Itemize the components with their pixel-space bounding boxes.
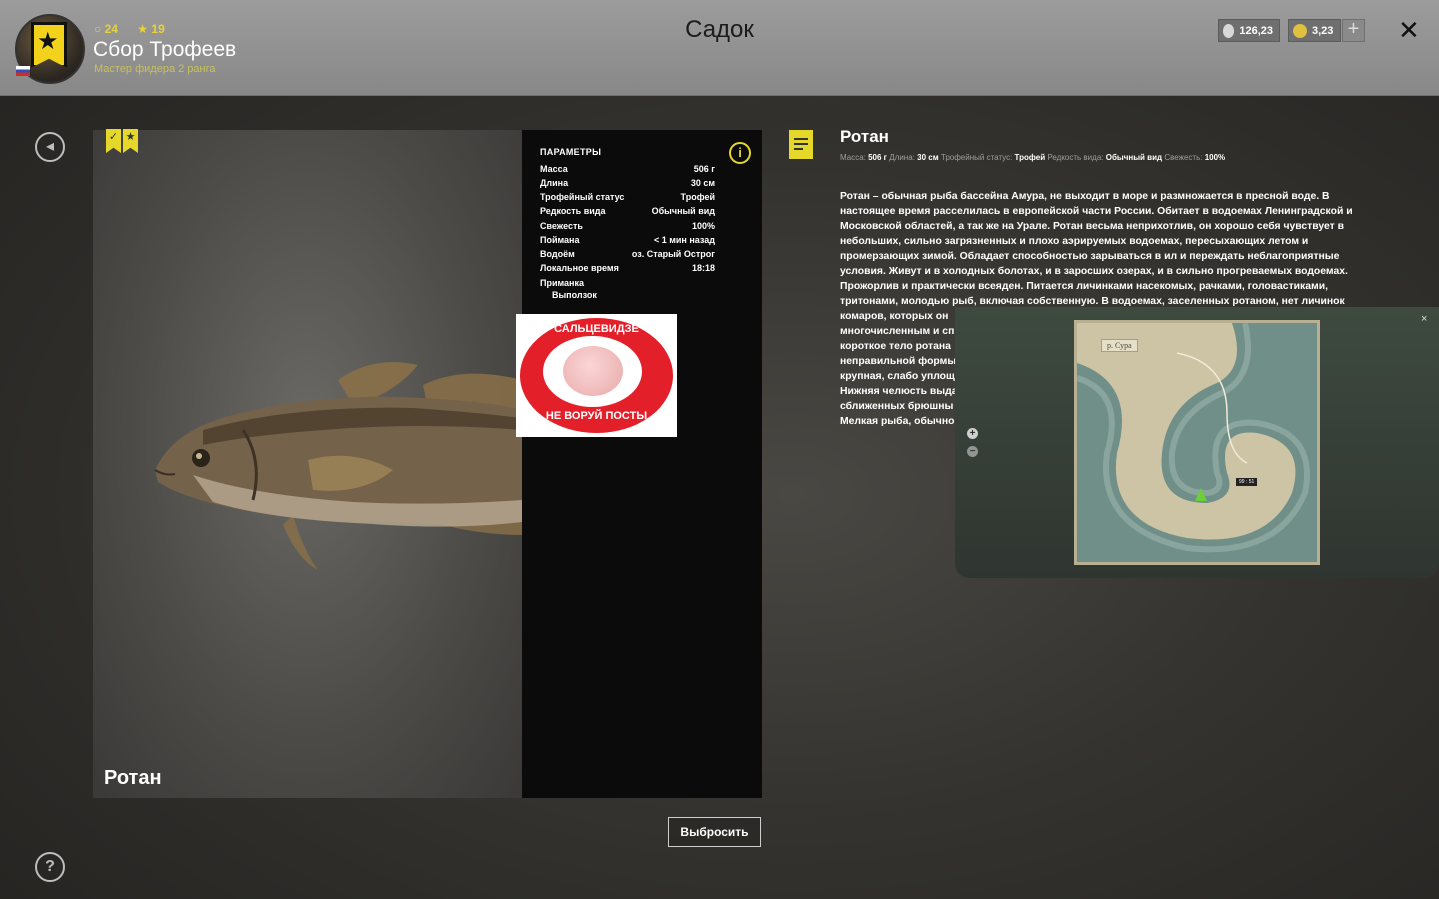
location-map[interactable]: р. Сура	[1074, 320, 1320, 565]
back-icon[interactable]: ◂	[35, 132, 65, 162]
fish-name-label: Ротан	[104, 767, 162, 789]
top-bar: ★ ○ 24 ★ 19 Сбор Трофеев Мастер фидера 2…	[0, 0, 1439, 96]
silver-amount: 126,23	[1239, 24, 1273, 37]
fish-badges: ✓ ★	[106, 127, 140, 153]
bait-value: Выползок	[552, 290, 597, 300]
param-row: Поймана < 1 мин назад	[540, 235, 715, 245]
river-map-image	[1077, 323, 1317, 562]
watermark-sticker: САЛЬЦЕВИДЗЕ НЕ ВОРУЙ ПОСТЫ	[516, 314, 677, 437]
help-icon[interactable]: ?	[35, 852, 65, 882]
param-row: Масса 506 г	[540, 164, 715, 174]
info-icon[interactable]: i	[729, 142, 751, 164]
trophy-check-icon: ✓	[106, 129, 121, 153]
document-icon	[789, 130, 813, 159]
fish-preview: Ротан	[93, 130, 522, 798]
param-row: Длина 30 см	[540, 178, 715, 188]
param-row: Водоём оз. Старый Острог	[540, 249, 715, 259]
add-currency-button[interactable]: +	[1342, 19, 1365, 42]
gold-amount: 3,23	[1312, 24, 1334, 37]
params-title: ПАРАМЕТРЫ	[540, 147, 602, 157]
gold-coins-icon	[1293, 23, 1307, 38]
sticker-top-text: САЛЬЦЕВИДЗЕ	[554, 323, 639, 335]
trophy-star-icon: ★	[123, 129, 138, 153]
bait-label: Приманка	[540, 278, 584, 288]
zoom-in-button[interactable]: +	[967, 428, 978, 439]
silver-coins-icon	[1223, 23, 1235, 38]
fish-image	[154, 362, 522, 570]
map-close-button[interactable]: ×	[1421, 313, 1427, 325]
discard-button[interactable]: Выбросить	[668, 817, 761, 847]
params-panel: ПАРАМЕТРЫ i Масса 506 г Длина 30 см Трофей…	[522, 130, 762, 798]
map-coordinate-marker: 99 : 51	[1236, 478, 1258, 486]
zoom-out-button[interactable]: −	[967, 446, 978, 457]
param-row: Редкость вида Обычный вид	[540, 206, 715, 216]
param-row: Трофейный статус Трофей	[540, 192, 715, 202]
param-row: Свежесть 100%	[540, 221, 715, 231]
silver-balance[interactable]: 126,23	[1218, 19, 1280, 42]
flag-icon	[16, 66, 30, 76]
close-button[interactable]: ✕	[1398, 16, 1420, 44]
description-meta: Масса: 506 г Длина: 30 см Трофейный стат…	[840, 153, 1226, 162]
description-title: Ротан	[840, 127, 889, 146]
gold-balance[interactable]: 3,23	[1288, 19, 1341, 42]
player-rank: Мастер фидера 2 ранга	[94, 63, 216, 75]
pig-icon	[563, 346, 623, 396]
param-row: Локальное время 18:18	[540, 263, 715, 273]
sticker-bottom-text: НЕ ВОРУЙ ПОСТЫ	[545, 410, 648, 422]
river-name-label: р. Сура	[1101, 339, 1138, 352]
